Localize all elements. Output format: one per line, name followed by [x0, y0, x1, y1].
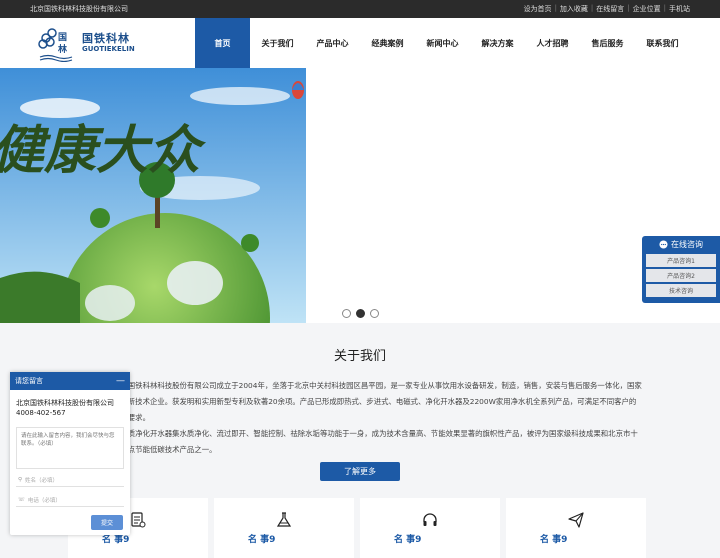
banner-dot-1[interactable] [342, 309, 351, 318]
banner-pagination [342, 309, 379, 318]
about-paragraph-2: 集水质净化开水器集水质净化、流过即开、智能控制、祛除水垢等功能于一身，成为技术含… [113, 429, 638, 454]
online-consult-header[interactable]: 在线咨询 [642, 236, 720, 252]
online-consult-title: 在线咨询 [671, 239, 703, 249]
nav-item-jobs[interactable]: 人才招聘 [525, 18, 580, 68]
main-nav: 首页 关于我们 产品中心 经典案例 新闻中心 解决方案 人才招聘 售后服务 联系… [195, 18, 690, 68]
message-content-input[interactable] [16, 427, 124, 469]
feature-card-label: 名 事9 [248, 535, 276, 545]
nav-item-about[interactable]: 关于我们 [250, 18, 305, 68]
flask-icon [276, 512, 292, 527]
separator: | [663, 4, 666, 12]
logo-mark-icon: 国 林 [38, 28, 73, 63]
headphones-icon [423, 513, 437, 526]
top-bar: 北京国铁科林科技股份有限公司 设为首页 | 加入收藏 | 在线留言 | 企业位置… [0, 0, 720, 18]
link-add-favorite[interactable]: 加入收藏 [560, 4, 588, 14]
consult-tech-button[interactable]: 技术咨询 [646, 284, 716, 297]
hero-banner: 健康大众 [0, 68, 720, 323]
message-phone: 4008-402-567 [16, 409, 66, 417]
name-placeholder: 姓名（必填） [25, 477, 59, 484]
nav-item-contact[interactable]: 联系我们 [635, 18, 690, 68]
about-title: 关于我们 [333, 349, 386, 364]
nav-item-solutions[interactable]: 解决方案 [470, 18, 525, 68]
about-paragraph-1: 北京国铁科林科技股份有限公司成立于2004年，坐落于北京中关村科技园区昌平园，是… [113, 381, 642, 422]
phone-placeholder: 电话（必填） [27, 497, 61, 504]
nav-item-cases[interactable]: 经典案例 [360, 18, 415, 68]
feature-card[interactable]: 名 事9 [360, 498, 500, 558]
link-set-homepage[interactable]: 设为首页 [524, 4, 552, 14]
message-phone-input[interactable]: ☏ 电话（必填） [16, 493, 124, 507]
learn-more-button[interactable]: 了解更多 [320, 462, 400, 481]
message-submit-button[interactable]: 提交 [91, 515, 123, 530]
paper-plane-icon [568, 512, 584, 528]
svg-text:林: 林 [58, 43, 68, 55]
online-consult-panel: 在线咨询 产品咨询1 产品咨询2 技术咨询 [642, 236, 720, 303]
site-header: 国 林 国铁科林 GUOTIEKELIN 首页 关于我们 产品中心 经典案例 新… [0, 18, 720, 68]
banner-image[interactable]: 健康大众 [0, 68, 306, 323]
document-list-icon [131, 512, 146, 528]
topbar-links: 设为首页 | 加入收藏 | 在线留言 | 企业位置 | 手机站 [524, 4, 690, 14]
link-online-message[interactable]: 在线留言 [596, 4, 624, 14]
link-company-location[interactable]: 企业位置 [633, 4, 661, 14]
banner-dot-2[interactable] [356, 309, 365, 318]
feature-card[interactable]: 名 事9 [214, 498, 354, 558]
site-logo[interactable]: 国 林 国铁科林 GUOTIEKELIN [38, 28, 158, 64]
separator: | [554, 4, 557, 12]
nav-item-products[interactable]: 产品中心 [305, 18, 360, 68]
feature-card-label: 名 事9 [394, 535, 422, 545]
logo-name-cn: 国铁科林 [82, 32, 130, 45]
logo-name-en: GUOTIEKELIN [82, 45, 135, 53]
feature-cards: 名 事9 名 事9 名 事9 名 事9 [68, 498, 646, 558]
feature-card[interactable]: 名 事9 [506, 498, 646, 558]
banner-dot-3[interactable] [370, 309, 379, 318]
consult-product-2-button[interactable]: 产品咨询2 [646, 269, 716, 282]
chat-bubble-icon [659, 239, 668, 249]
minimize-icon[interactable]: — [116, 376, 125, 386]
separator: | [590, 4, 594, 12]
nav-item-home[interactable]: 首页 [195, 18, 250, 68]
message-company-name: 北京国铁科林科技股份有限公司 [16, 399, 114, 407]
banner-slogan: 健康大众 [0, 120, 207, 181]
nav-item-news[interactable]: 新闻中心 [415, 18, 470, 68]
message-company-info: 北京国铁科林科技股份有限公司 4008-402-567 [10, 390, 130, 418]
message-widget-header: 请您留言 — [10, 372, 130, 390]
feature-card-label: 名 事9 [540, 535, 568, 545]
message-widget: 请您留言 — 北京国铁科林科技股份有限公司 4008-402-567 ⚲ 姓名（… [10, 372, 130, 535]
nav-item-service[interactable]: 售后服务 [580, 18, 635, 68]
phone-icon: ☏ [18, 496, 25, 503]
consult-product-1-button[interactable]: 产品咨询1 [646, 254, 716, 267]
message-name-input[interactable]: ⚲ 姓名（必填） [16, 473, 124, 487]
topbar-company-name: 北京国铁科林科技股份有限公司 [30, 5, 128, 13]
link-mobile-site[interactable]: 手机站 [669, 4, 690, 14]
user-icon: ⚲ [18, 476, 23, 483]
separator: | [627, 4, 630, 12]
about-text: 北京国铁科林科技股份有限公司成立于2004年，坐落于北京中关村科技园区昌平园，是… [113, 378, 643, 458]
svg-text:国: 国 [58, 32, 67, 43]
message-widget-title: 请您留言 [15, 377, 43, 385]
